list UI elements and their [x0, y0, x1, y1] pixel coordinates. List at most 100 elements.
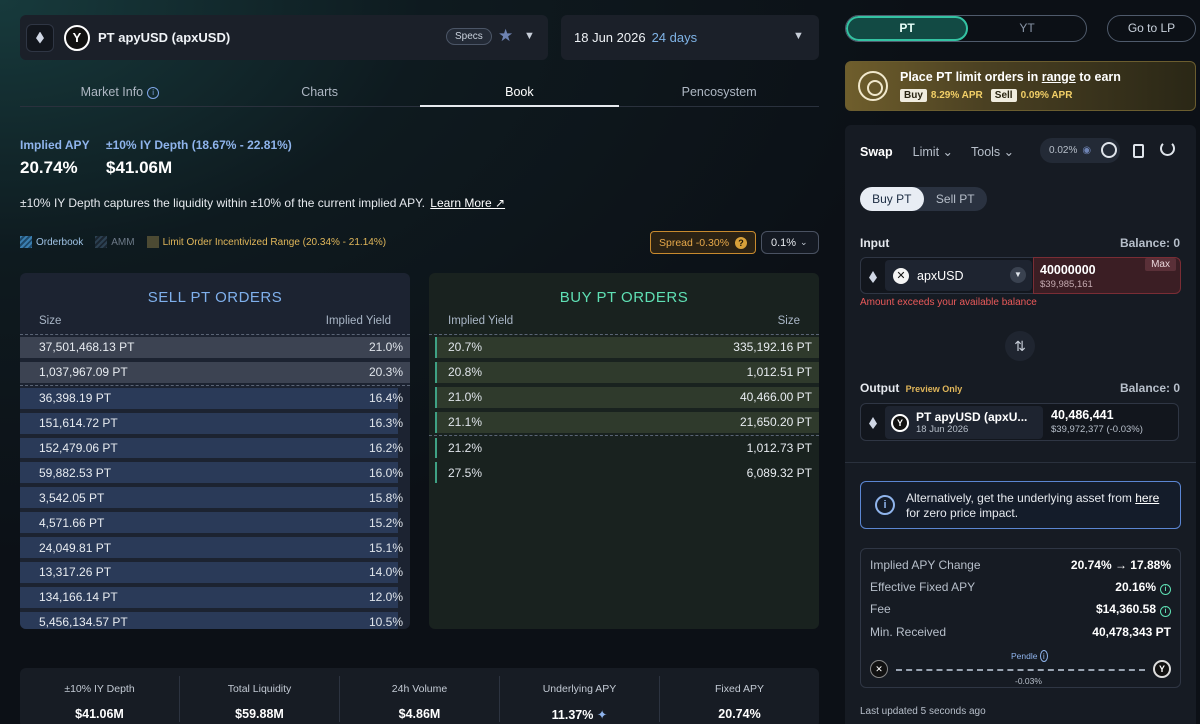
tab-pencosystem[interactable]: Pencosystem [619, 79, 819, 106]
market-stats-bar: ±10% IY Depth $41.06M Total Liquidity $59.… [20, 668, 819, 724]
order-size: 37,501,468.13 PT [39, 340, 135, 355]
ethereum-chain-icon [26, 23, 54, 52]
sell-order-row[interactable]: 5,456,134.57 PT 10.5% [20, 610, 410, 629]
order-implied-yield: 21.0% [368, 340, 403, 355]
buy-order-row[interactable]: 21.1% 21,650.20 PT [429, 410, 819, 435]
tab-swap[interactable]: Swap [860, 145, 893, 159]
chevron-down-icon: ⌄ [800, 237, 808, 247]
input-amount-usd: $39,985,161 [1040, 279, 1093, 290]
tab-market-info[interactable]: Market Info i [20, 79, 220, 106]
info-icon: i [875, 495, 895, 515]
maturity-date: 18 Jun 2026 [574, 30, 646, 45]
sell-order-row[interactable]: 36,398.19 PT 16.4% [20, 386, 410, 411]
sell-order-row[interactable]: 24,049.81 PT 15.1% [20, 535, 410, 560]
tab-limit[interactable]: Limit ⌄ [913, 144, 953, 159]
gas-icon: ◉ [1082, 145, 1092, 156]
buy-order-row[interactable]: 20.8% 1,012.51 PT [429, 360, 819, 385]
buy-order-row[interactable]: 21.0% 40,466.00 PT [429, 385, 819, 410]
maturity-selector[interactable]: 18 Jun 2026 24 days ▼ [561, 15, 819, 60]
depth-description: ±10% IY Depth captures the liquidity wit… [20, 196, 506, 210]
buy-orders-panel: BUY PT ORDERS Implied Yield Size 20.7% 33… [429, 273, 819, 629]
buy-order-row[interactable]: 21.2% 1,012.73 PT [429, 436, 819, 461]
alternative-notice: i Alternatively, get the underlying asse… [860, 481, 1181, 529]
sell-order-row[interactable]: 1,037,967.09 PT 20.3% [20, 360, 410, 385]
order-implied-yield: 21.0% [448, 390, 483, 405]
settings-gear-icon[interactable] [1101, 142, 1117, 158]
refresh-icon[interactable] [1160, 141, 1175, 156]
precision-select[interactable]: 0.1% ⌄ [761, 231, 819, 254]
max-button[interactable]: Max [1145, 258, 1176, 271]
order-implied-yield: 20.8% [448, 365, 483, 380]
sell-order-row[interactable]: 4,571.66 PT 15.2% [20, 510, 410, 535]
buy-pt-button[interactable]: Buy PT [860, 187, 924, 211]
order-size: 1,037,967.09 PT [39, 365, 128, 380]
tab-tools[interactable]: Tools ⌄ [971, 144, 1014, 159]
apxusd-token-icon: ✕ [870, 660, 888, 678]
orderbook-swatch [20, 236, 32, 248]
swap-direction-icon[interactable]: ⇅ [1005, 331, 1035, 361]
sell-order-row[interactable]: 13,317.26 PT 14.0% [20, 560, 410, 585]
sell-order-row[interactable]: 37,501,468.13 PT 21.0% [20, 335, 410, 360]
route-name: Pendle i [1011, 650, 1048, 662]
order-implied-yield: 16.4% [368, 391, 403, 406]
sell-orders-title: SELL PT ORDERS [147, 289, 283, 306]
route-percentage: -0.03% [1015, 676, 1042, 686]
spread-badge[interactable]: Spread -0.30% ? [650, 231, 756, 254]
buy-order-row[interactable]: 20.7% 335,192.16 PT [429, 335, 819, 360]
order-implied-yield: 20.7% [448, 340, 483, 355]
go-to-lp-button[interactable]: Go to LP [1107, 15, 1196, 42]
sell-order-row[interactable]: 151,614.72 PT 16.3% [20, 411, 410, 436]
output-token: Y PT apyUSD (apxU... 18 Jun 2026 [885, 406, 1043, 439]
promo-aprs: Buy 8.29% APR Sell 0.09% APR [900, 89, 1080, 102]
order-implied-yield: 20.3% [368, 365, 403, 380]
sell-order-row[interactable]: 134,166.14 PT 12.0% [20, 585, 410, 610]
legend-amm: AMM [95, 236, 135, 248]
ledger-icon[interactable] [1133, 144, 1144, 158]
sell-pt-button[interactable]: Sell PT [924, 187, 988, 211]
sell-order-row[interactable]: 152,479.06 PT 16.2% [20, 436, 410, 461]
buy-order-row[interactable]: 27.5% 6,089.32 PT [429, 460, 819, 485]
order-size: 13,317.26 PT [39, 565, 112, 580]
underlying-link[interactable]: here [1135, 491, 1159, 505]
pt-token-icon: Y [1153, 660, 1171, 678]
order-implied-yield: 16.3% [368, 416, 403, 431]
order-implied-yield: 27.5% [448, 465, 483, 480]
sell-orders-list: 37,501,468.13 PT 21.0% 1,037,967.09 PT 20.3… [20, 334, 410, 629]
pt-toggle-button[interactable]: PT [846, 16, 968, 41]
order-size: 151,614.72 PT [39, 416, 118, 431]
info-icon[interactable]: i [1160, 606, 1171, 617]
order-implied-yield: 21.1% [448, 415, 483, 430]
specs-button[interactable]: Specs [446, 28, 492, 45]
order-implied-yield: 15.1% [368, 540, 403, 555]
input-token-selector[interactable]: ✕ apxUSD ▼ [885, 260, 1032, 291]
order-implied-yield: 16.2% [368, 441, 403, 455]
limit-order-promo-banner[interactable]: Place PT limit orders in range to earn B… [845, 61, 1196, 111]
market-token-icon: Y [64, 24, 90, 51]
chevron-down-icon[interactable]: ▼ [524, 30, 535, 42]
favorite-star-icon[interactable]: ★ [498, 26, 513, 46]
info-icon[interactable]: i [1160, 584, 1171, 595]
yt-toggle-button[interactable]: YT [968, 16, 1086, 41]
help-icon: ? [735, 236, 748, 249]
ethereum-chain-icon [869, 417, 877, 429]
learn-more-link[interactable]: Learn More ↗ [430, 196, 505, 210]
days-left: 24 days [651, 30, 698, 45]
input-amount-field[interactable]: 40000000 $39,985,161 Max [1033, 257, 1181, 294]
route-line [896, 669, 1145, 671]
order-size: 152,479.06 PT [39, 441, 118, 455]
fee-row: Fee $14,360.58 i [870, 602, 1171, 617]
output-label: Output Preview Only [860, 381, 963, 395]
buy-sell-toggle: Buy PT Sell PT [860, 187, 987, 211]
tab-charts[interactable]: Charts [220, 79, 420, 106]
input-balance: Balance: 0 [1119, 236, 1180, 250]
info-icon: i [147, 87, 160, 99]
order-size: 21,650.20 PT [739, 415, 812, 430]
input-box: ✕ apxUSD ▼ 40000000 $39,985,161 Max [860, 257, 1181, 294]
market-selector[interactable]: Y PT apyUSD (apxUSD) Specs ★ ▼ [20, 15, 548, 60]
chevron-down-icon: ▼ [1010, 267, 1026, 283]
sell-order-row[interactable]: 3,542.05 PT 15.8% [20, 485, 410, 510]
tab-book[interactable]: Book [419, 79, 620, 107]
order-size: 5,456,134.57 PT [39, 615, 128, 629]
sparkle-icon: ✦ [596, 708, 608, 722]
sell-order-row[interactable]: 59,882.53 PT 16.0% [20, 460, 410, 485]
